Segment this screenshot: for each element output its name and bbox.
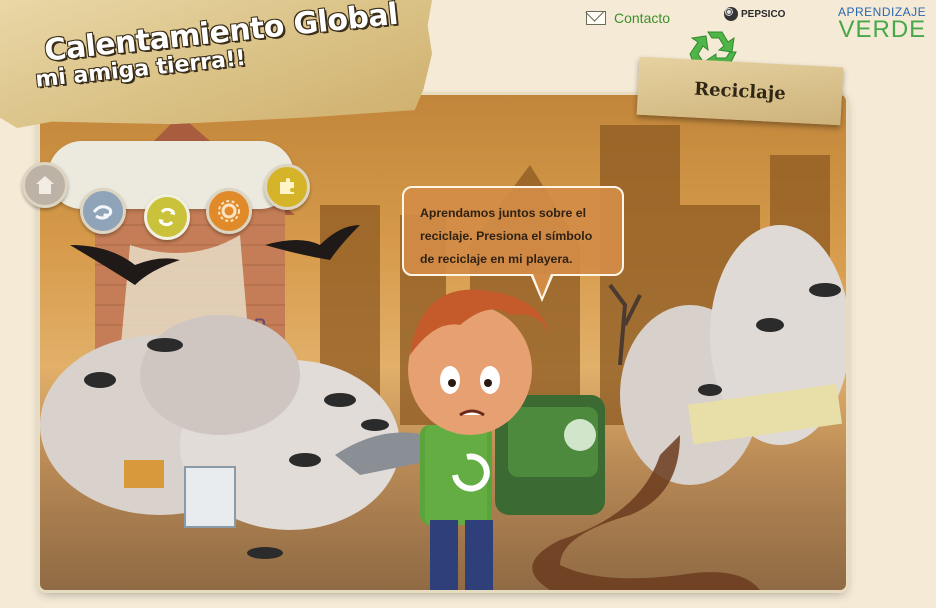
- envelope-icon: [586, 11, 606, 25]
- speech-bubble: Aprendamos juntos sobre el reciclaje. Pr…: [402, 186, 624, 276]
- nav-recycle-button[interactable]: [144, 194, 190, 240]
- title-block: Calentamiento Global mi amiga tierra!!: [34, 0, 427, 93]
- section-label: Reciclaje: [693, 78, 787, 104]
- title-banner: Calentamiento Global mi amiga tierra!!: [0, 0, 432, 128]
- section-tag: Reciclaje: [636, 56, 844, 126]
- wind-icon: [92, 205, 113, 220]
- speech-bubble-tail-inner: [533, 274, 551, 297]
- speech-bubble-text: Aprendamos juntos sobre el reciclaje. Pr…: [420, 206, 593, 266]
- contact-link[interactable]: Contacto: [586, 8, 670, 28]
- house-icon: [36, 176, 54, 194]
- pepsico-logo[interactable]: PEPSICO: [724, 7, 785, 21]
- aprendizaje-verde-logo[interactable]: APRENDIZAJE VERDE: [838, 6, 926, 42]
- nav-wind-button[interactable]: [80, 188, 126, 234]
- puzzle-icon: [280, 178, 294, 194]
- contact-label: Contacto: [614, 10, 671, 26]
- nav-sun-button[interactable]: [206, 188, 252, 234]
- sun-icon: [218, 200, 240, 222]
- pepsico-label: PEPSICO: [741, 8, 786, 20]
- nav-home-button[interactable]: [22, 162, 68, 208]
- recycle-icon: [158, 207, 176, 227]
- pepsico-globe-icon: [724, 7, 738, 21]
- nav-puzzle-button[interactable]: [264, 164, 310, 210]
- aprendizaje-line2: VERDE: [838, 16, 927, 43]
